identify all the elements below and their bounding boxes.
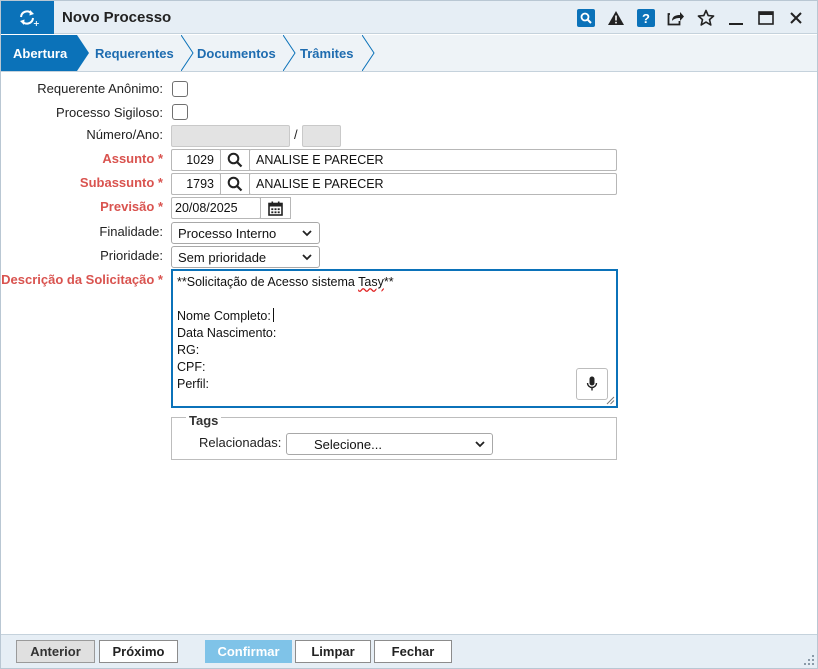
fechar-button[interactable]: Fechar bbox=[374, 640, 452, 663]
search-icon bbox=[227, 152, 243, 168]
search-icon[interactable] bbox=[571, 7, 601, 29]
wizard-tabs: Abertura Requerentes Documentos Trâmites bbox=[1, 35, 817, 72]
descricao-line: RG: bbox=[177, 343, 200, 357]
assunto-label: Assunto * bbox=[102, 151, 163, 166]
anterior-button[interactable]: Anterior bbox=[16, 640, 95, 663]
microphone-icon bbox=[586, 376, 598, 391]
descricao-line: CPF: bbox=[177, 360, 206, 374]
finalidade-select[interactable]: Processo Interno bbox=[171, 222, 320, 244]
numero-label: Número/Ano: bbox=[86, 127, 163, 142]
calendar-icon bbox=[268, 201, 283, 216]
tab-separator bbox=[362, 35, 375, 71]
footer-bar: Anterior Próximo Confirmar Limpar Fechar bbox=[1, 634, 817, 668]
sigiloso-label: Processo Sigiloso: bbox=[56, 105, 163, 120]
close-icon[interactable] bbox=[781, 7, 811, 29]
titlebar-actions: ? bbox=[571, 7, 811, 29]
descricao-blank-line bbox=[177, 291, 612, 308]
descricao-textarea[interactable]: **Solicitação de Acesso sistema Tasy** N… bbox=[171, 269, 618, 408]
descricao-line: Data Nascimento: bbox=[177, 326, 277, 340]
tags-legend: Tags bbox=[186, 413, 222, 428]
tags-select-value: Selecione... bbox=[314, 436, 382, 452]
numero-input[interactable] bbox=[171, 125, 290, 147]
subassunto-desc-field: ANALISE E PARECER bbox=[249, 173, 617, 195]
previsao-label: Previsão * bbox=[100, 199, 163, 214]
prioridade-label: Prioridade: bbox=[100, 248, 163, 263]
subassunto-code-input[interactable]: 1793 bbox=[171, 173, 221, 195]
minimize-icon[interactable] bbox=[721, 7, 751, 29]
assunto-desc-field: ANALISE E PARECER bbox=[249, 149, 617, 171]
title-bar: + Novo Processo ? bbox=[1, 1, 817, 34]
subassunto-search-button[interactable] bbox=[220, 173, 250, 195]
prioridade-value: Sem prioridade bbox=[178, 249, 267, 265]
svg-text:+: + bbox=[33, 19, 39, 27]
prioridade-select[interactable]: Sem prioridade bbox=[171, 246, 320, 268]
proximo-button[interactable]: Próximo bbox=[99, 640, 178, 663]
previsao-date-input[interactable]: 20/08/2025 bbox=[171, 197, 261, 219]
search-icon bbox=[227, 176, 243, 192]
finalidade-label: Finalidade: bbox=[99, 224, 163, 239]
anonimo-label: Requerente Anônimo: bbox=[37, 81, 163, 96]
descricao-line: Nome Completo: bbox=[177, 308, 612, 325]
ano-input[interactable] bbox=[302, 125, 341, 147]
share-icon[interactable] bbox=[661, 7, 691, 29]
subassunto-label: Subassunto * bbox=[79, 175, 163, 190]
chevron-down-icon bbox=[475, 441, 485, 448]
anonimo-checkbox[interactable] bbox=[172, 81, 188, 97]
tab-abertura[interactable]: Abertura bbox=[1, 35, 77, 71]
numero-separator: / bbox=[294, 127, 298, 142]
text-cursor bbox=[272, 308, 274, 322]
tab-documentos[interactable]: Documentos bbox=[185, 35, 285, 71]
maximize-icon[interactable] bbox=[751, 7, 781, 29]
tab-tramites[interactable]: Trâmites bbox=[288, 35, 368, 71]
assunto-search-button[interactable] bbox=[220, 149, 250, 171]
relacionadas-label: Relacionadas: bbox=[199, 435, 282, 450]
window-title: Novo Processo bbox=[62, 9, 172, 26]
descricao-line: Perfil: bbox=[177, 377, 209, 391]
confirmar-button[interactable]: Confirmar bbox=[205, 640, 292, 663]
window-resize-grip-icon[interactable] bbox=[803, 654, 815, 666]
resize-handle-icon[interactable] bbox=[606, 396, 615, 405]
assunto-code-input[interactable]: 1029 bbox=[171, 149, 221, 171]
descricao-line: **Solicitação de Acesso sistema Tasy** bbox=[177, 275, 394, 289]
descricao-label: Descrição da Solicitação * bbox=[1, 272, 163, 287]
tab-requerentes[interactable]: Requerentes bbox=[83, 35, 183, 71]
chevron-down-icon bbox=[302, 254, 312, 261]
star-icon[interactable] bbox=[691, 7, 721, 29]
finalidade-value: Processo Interno bbox=[178, 225, 277, 241]
refresh-plus-icon[interactable]: + bbox=[1, 1, 54, 34]
help-icon[interactable]: ? bbox=[631, 7, 661, 29]
novo-processo-window: + Novo Processo ? Abertura Requerentes D… bbox=[0, 0, 818, 669]
warning-icon[interactable] bbox=[601, 7, 631, 29]
tags-select[interactable]: Selecione... bbox=[286, 433, 493, 455]
calendar-button[interactable] bbox=[260, 197, 291, 219]
chevron-down-icon bbox=[302, 230, 312, 237]
limpar-button[interactable]: Limpar bbox=[295, 640, 371, 663]
voice-input-button[interactable] bbox=[576, 368, 608, 400]
sigiloso-checkbox[interactable] bbox=[172, 104, 188, 120]
